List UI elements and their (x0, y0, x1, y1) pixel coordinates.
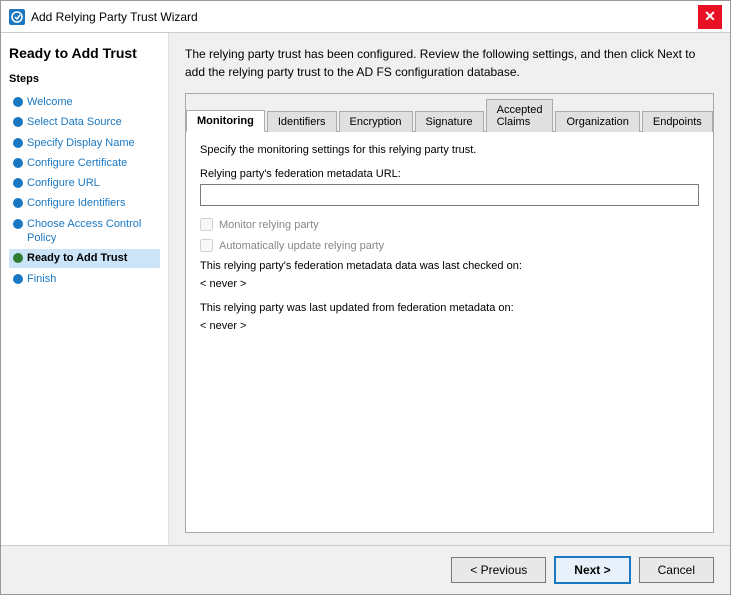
tab-organization[interactable]: Organization (555, 111, 639, 132)
sidebar-label-finish: Finish (27, 272, 56, 286)
sidebar-item-specify-display-name[interactable]: Specify Display Name (9, 134, 160, 152)
tab-content-monitoring: Specify the monitoring settings for this… (186, 132, 713, 532)
tab-panel: Monitoring Identifiers Encryption Signat… (185, 93, 714, 533)
monitor-checkbox[interactable] (200, 218, 213, 231)
window-title: Add Relying Party Trust Wizard (31, 10, 198, 24)
main-panel: The relying party trust has been configu… (169, 33, 730, 545)
page-title: Ready to Add Trust (9, 45, 160, 61)
last-updated-text: This relying party was last updated from… (200, 302, 699, 314)
monitor-checkbox-row: Monitor relying party (200, 218, 699, 231)
sidebar-item-configure-identifiers[interactable]: Configure Identifiers (9, 194, 160, 212)
auto-update-checkbox-row: Automatically update relying party (200, 239, 699, 252)
sidebar-item-choose-access-control[interactable]: Choose Access Control Policy (9, 215, 160, 248)
sidebar-dot-configure-certificate (13, 158, 23, 168)
monitoring-description: Specify the monitoring settings for this… (200, 144, 699, 156)
steps-label: Steps (9, 73, 160, 85)
previous-button[interactable]: < Previous (451, 557, 546, 583)
main-content: Ready to Add Trust Steps Welcome Select D… (1, 33, 730, 545)
sidebar-label-configure-url: Configure URL (27, 176, 100, 190)
tab-monitoring[interactable]: Monitoring (186, 110, 265, 132)
title-bar-left: Add Relying Party Trust Wizard (9, 9, 198, 25)
sidebar-label-configure-identifiers: Configure Identifiers (27, 196, 125, 210)
sidebar-item-welcome[interactable]: Welcome (9, 93, 160, 111)
sidebar-dot-select-data-source (13, 117, 23, 127)
last-checked-text: This relying party's federation metadata… (200, 260, 699, 272)
tab-bar: Monitoring Identifiers Encryption Signat… (186, 94, 713, 132)
tab-identifiers[interactable]: Identifiers (267, 111, 337, 132)
monitor-label: Monitor relying party (219, 219, 319, 231)
main-description: The relying party trust has been configu… (185, 45, 714, 81)
sidebar-item-ready-to-add[interactable]: Ready to Add Trust (9, 249, 160, 267)
tab-endpoints[interactable]: Endpoints (642, 111, 713, 132)
footer: < Previous Next > Cancel (1, 545, 730, 594)
auto-update-checkbox[interactable] (200, 239, 213, 252)
sidebar-label-ready-to-add: Ready to Add Trust (27, 251, 127, 265)
tab-signature[interactable]: Signature (415, 111, 484, 132)
sidebar-label-select-data-source: Select Data Source (27, 115, 122, 129)
title-bar: Add Relying Party Trust Wizard ✕ (1, 1, 730, 33)
tab-encryption[interactable]: Encryption (339, 111, 413, 132)
window-icon (9, 9, 25, 25)
sidebar: Ready to Add Trust Steps Welcome Select D… (1, 33, 169, 545)
sidebar-item-configure-certificate[interactable]: Configure Certificate (9, 154, 160, 172)
sidebar-dot-configure-url (13, 178, 23, 188)
sidebar-label-specify-display-name: Specify Display Name (27, 136, 135, 150)
close-button[interactable]: ✕ (698, 5, 722, 29)
sidebar-item-select-data-source[interactable]: Select Data Source (9, 113, 160, 131)
sidebar-label-choose-access-control: Choose Access Control Policy (27, 217, 156, 246)
sidebar-dot-choose-access-control (13, 219, 23, 229)
last-updated-value: < never > (200, 320, 699, 332)
sidebar-dot-configure-identifiers (13, 198, 23, 208)
last-checked-value: < never > (200, 278, 699, 290)
sidebar-item-configure-url[interactable]: Configure URL (9, 174, 160, 192)
next-button[interactable]: Next > (554, 556, 630, 584)
sidebar-dot-finish (13, 274, 23, 284)
sidebar-label-welcome: Welcome (27, 95, 73, 109)
tab-accepted-claims[interactable]: Accepted Claims (486, 99, 554, 132)
url-label: Relying party's federation metadata URL: (200, 168, 699, 180)
sidebar-label-configure-certificate: Configure Certificate (27, 156, 127, 170)
sidebar-dot-specify-display-name (13, 138, 23, 148)
sidebar-dot-ready-to-add (13, 253, 23, 263)
sidebar-dot-welcome (13, 97, 23, 107)
wizard-window: Add Relying Party Trust Wizard ✕ Ready t… (0, 0, 731, 595)
cancel-button[interactable]: Cancel (639, 557, 714, 583)
auto-update-label: Automatically update relying party (219, 240, 384, 252)
sidebar-item-finish[interactable]: Finish (9, 270, 160, 288)
federation-metadata-url-input[interactable] (200, 184, 699, 206)
